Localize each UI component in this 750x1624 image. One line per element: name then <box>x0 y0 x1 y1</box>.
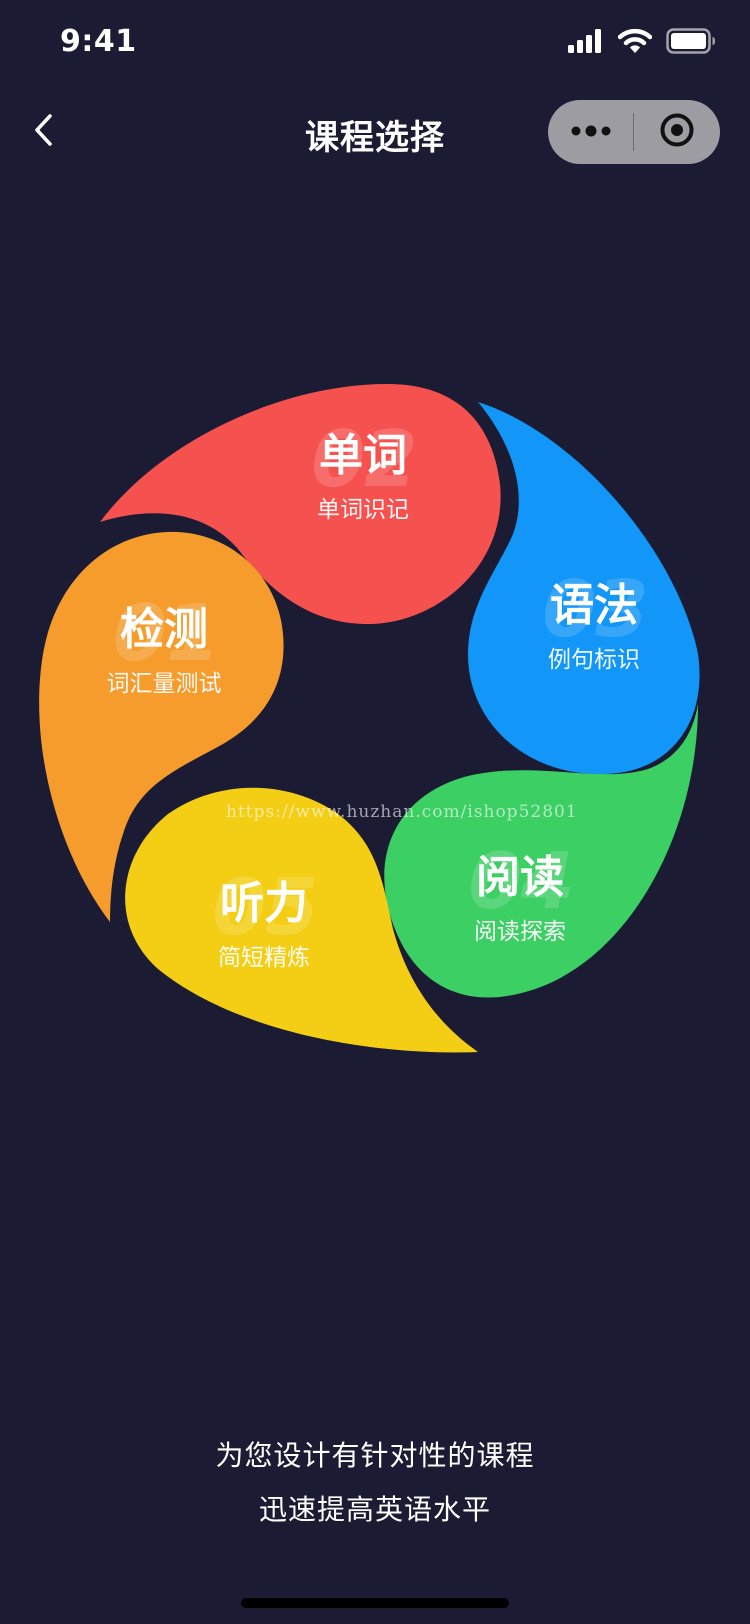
cellular-signal-icon <box>568 29 604 57</box>
more-button[interactable] <box>548 100 633 164</box>
petal-listening-title: 听力 <box>220 878 308 929</box>
petal-listening[interactable]: 05 听力 简短精炼 <box>204 863 324 972</box>
mini-program-capsule <box>548 100 720 164</box>
petal-grammar-title: 语法 <box>550 580 638 631</box>
battery-icon <box>666 28 716 58</box>
petal-reading-subtitle: 阅读探索 <box>474 919 566 946</box>
status-time: 9:41 <box>60 24 137 59</box>
petal-reading[interactable]: 04 阅读 阅读探索 <box>460 837 580 946</box>
status-icons <box>568 28 716 58</box>
petal-words-subtitle: 单词识记 <box>317 497 409 524</box>
petal-reading-title: 阅读 <box>476 852 564 903</box>
slogan-line-1: 为您设计有针对性的课程 <box>215 1439 535 1472</box>
close-button[interactable] <box>634 100 719 164</box>
watermark: https://www.huzhan.com/ishop52801 <box>226 802 578 822</box>
petal-test[interactable]: 01 检测 词汇量测试 <box>104 589 224 698</box>
status-bar: 9:41 <box>0 0 750 88</box>
petal-grammar-subtitle: 例句标识 <box>548 647 640 674</box>
wifi-icon <box>617 28 653 58</box>
navigation-bar: 课程选择 <box>0 96 750 168</box>
petal-words-title: 单词 <box>319 430 407 481</box>
more-dots-icon <box>571 123 611 142</box>
petal-test-subtitle: 词汇量测试 <box>106 671 222 698</box>
slogan-line-2: 迅速提高英语水平 <box>258 1493 491 1526</box>
petal-listening-subtitle: 简短精炼 <box>218 945 310 972</box>
petal-words[interactable]: 02 单词 单词识记 <box>303 415 423 524</box>
petal-grammar[interactable]: 03 语法 例句标识 <box>534 565 654 674</box>
petal-test-title: 检测 <box>120 604 208 655</box>
course-wheel: 02 单词 单词识记 03 语法 例句标识 04 阅读 阅读探索 05 听力 简… <box>38 384 714 1060</box>
target-circle-icon <box>659 112 695 152</box>
home-indicator <box>241 1598 509 1608</box>
